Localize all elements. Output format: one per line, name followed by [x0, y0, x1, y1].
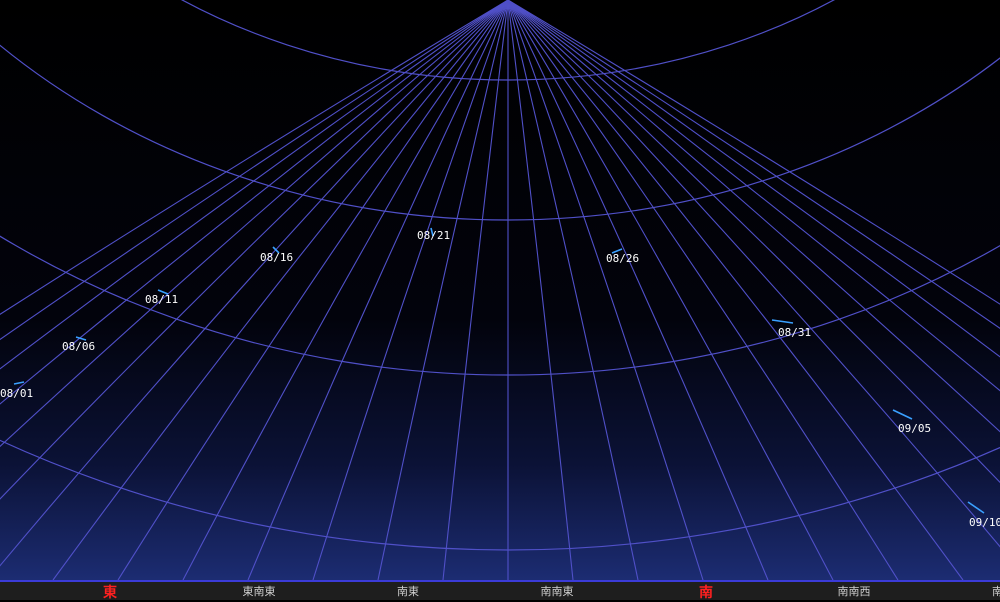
- horizon-direction-label: 東: [103, 585, 117, 601]
- horizon-direction-label: 南南西: [837, 585, 871, 598]
- date-label: 08/01: [0, 387, 33, 400]
- horizon-direction-label: 南西: [992, 585, 1000, 598]
- date-label: 08/06: [62, 340, 95, 353]
- date-label: 08/21: [417, 229, 450, 242]
- date-label: 08/16: [260, 251, 293, 264]
- horizon-direction-label: 東南東: [242, 585, 276, 598]
- horizon-direction-label: 南南東: [540, 585, 574, 598]
- date-label: 09/10: [969, 516, 1000, 529]
- horizon-direction-label: 南: [699, 585, 713, 601]
- date-label: 08/11: [145, 293, 178, 306]
- date-label: 08/31: [778, 326, 811, 339]
- date-label: 09/05: [898, 422, 931, 435]
- sky-view[interactable]: 08/01 08/06 08/11 08/16 08/21 08/26 08/31 09/05…: [0, 0, 1000, 580]
- horizon-direction-label: 南東: [397, 585, 419, 598]
- sky-background: [0, 0, 1000, 580]
- date-label: 08/26: [606, 252, 639, 265]
- horizon-bar: 東 東南東 南東 南南東 南 南南西 南西: [0, 580, 1000, 601]
